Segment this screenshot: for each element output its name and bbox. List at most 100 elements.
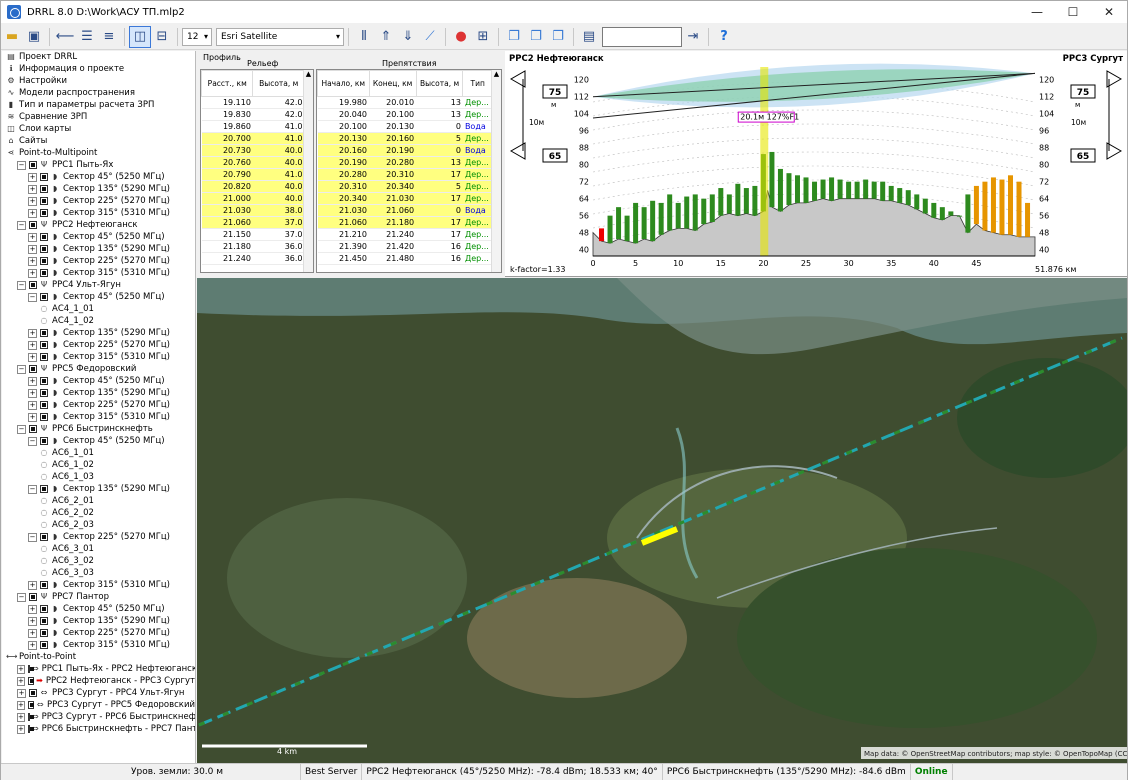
- tree-item[interactable]: + ⇔ РРС3 Сургут - РРС4 Ульт-Ягун: [2, 687, 195, 699]
- ruler-icon[interactable]: ⟋: [419, 26, 441, 48]
- tree-checkbox[interactable]: [40, 605, 48, 613]
- tree-expander-icon[interactable]: −: [17, 220, 26, 230]
- tree-item[interactable]: + ⇔ РРС1 Пыть-Ях - РРС2 Нефтеюганск: [2, 663, 195, 675]
- relief-row[interactable]: 20.760 40.0: [201, 156, 305, 169]
- tree-item[interactable]: + ◗ Сектор 225° (5270 МГц): [2, 255, 195, 267]
- tree-item[interactable]: ◌ АС6_3_03: [2, 567, 195, 579]
- obstacle-row[interactable]: 21.390 21.420 16 Дер...: [317, 240, 493, 253]
- tree-checkbox[interactable]: [40, 341, 48, 349]
- tree-item[interactable]: − Ψ РРС1 Пыть-Ях: [2, 159, 195, 171]
- tree-checkbox[interactable]: [40, 389, 48, 397]
- tree-checkbox[interactable]: [29, 281, 37, 289]
- tree-expander-icon[interactable]: +: [28, 184, 37, 194]
- open-folder-icon[interactable]: ▬: [1, 26, 23, 48]
- tree-item[interactable]: ℹ Информация о проекте: [2, 63, 195, 75]
- obstacles-table[interactable]: Начало, км Конец, км Высота, м Тип 19.980 20…: [316, 69, 502, 273]
- relief-row[interactable]: 21.000 40.0: [201, 192, 305, 205]
- tree-checkbox[interactable]: [40, 293, 48, 301]
- obstacle-row[interactable]: 21.450 21.480 16 Дер...: [317, 252, 493, 265]
- obstacle-row[interactable]: 20.280 20.310 17 Дер...: [317, 168, 493, 181]
- tree-item[interactable]: ◌ АС6_2_03: [2, 519, 195, 531]
- close-button[interactable]: ✕: [1091, 1, 1127, 23]
- tree-item[interactable]: + ◗ Сектор 315° (5310 МГц): [2, 267, 195, 279]
- tree-item[interactable]: + ◗ Сектор 225° (5270 МГц): [2, 399, 195, 411]
- search-input[interactable]: [602, 26, 682, 47]
- relief-row[interactable]: 21.060 37.0: [201, 216, 305, 229]
- tree-item[interactable]: + ◗ Сектор 315° (5310 МГц): [2, 207, 195, 219]
- tree-expander-icon[interactable]: +: [17, 664, 25, 674]
- tree-item[interactable]: + ◗ Сектор 315° (5310 МГц): [2, 639, 195, 651]
- tree-checkbox[interactable]: [40, 185, 48, 193]
- obstacle-row[interactable]: 21.210 21.240 17 Дер...: [317, 228, 493, 241]
- tree-expander-icon[interactable]: +: [28, 268, 37, 278]
- tree-expander-icon[interactable]: +: [28, 256, 37, 266]
- tree-expander-icon[interactable]: +: [17, 676, 25, 686]
- tree-item[interactable]: + ◗ Сектор 135° (5290 МГц): [2, 243, 195, 255]
- goto-icon[interactable]: ⇥: [682, 26, 704, 48]
- tree-item[interactable]: ◌ АС6_3_02: [2, 555, 195, 567]
- relief-row[interactable]: 19.830 42.0: [201, 108, 305, 121]
- tree-expander-icon[interactable]: +: [28, 340, 37, 350]
- tree-item[interactable]: + ◗ Сектор 315° (5310 МГц): [2, 351, 195, 363]
- tree-checkbox[interactable]: [40, 197, 48, 205]
- align-center-icon[interactable]: ☰: [76, 26, 98, 48]
- tree-item[interactable]: + ⇔ РРС3 Сургут - РРС5 Федоровский: [2, 699, 195, 711]
- tree-item[interactable]: − Ψ РРС4 Ульт-Ягун: [2, 279, 195, 291]
- map-svg[interactable]: 4 km Map data: © OpenStreetMap contribut…: [197, 278, 1127, 763]
- tree-expander-icon[interactable]: −: [28, 436, 37, 446]
- tree-item[interactable]: − Ψ РРС7 Пантор: [2, 591, 195, 603]
- tree-item[interactable]: ◌ АС6_3_01: [2, 543, 195, 555]
- relief-row[interactable]: 21.030 38.0: [201, 204, 305, 217]
- tree-checkbox[interactable]: [40, 641, 48, 649]
- tree-expander-icon[interactable]: −: [17, 424, 26, 434]
- tree-item[interactable]: + ◗ Сектор 315° (5310 МГц): [2, 411, 195, 423]
- tree-item[interactable]: + ◗ Сектор 225° (5270 МГц): [2, 627, 195, 639]
- tree-item[interactable]: ◌ АС6_1_01: [2, 447, 195, 459]
- tree-expander-icon[interactable]: +: [28, 400, 37, 410]
- add-layer-icon[interactable]: ⊞: [472, 26, 494, 48]
- tree-checkbox[interactable]: [40, 377, 48, 385]
- table-icon[interactable]: ▤: [578, 26, 600, 48]
- obs-col-start[interactable]: Начало, км: [317, 70, 370, 97]
- tree-item[interactable]: ◌ АС6_1_02: [2, 459, 195, 471]
- tree-checkbox[interactable]: [27, 713, 34, 721]
- tree-expander-icon[interactable]: +: [28, 388, 37, 398]
- tree-checkbox[interactable]: [40, 485, 48, 493]
- tree-checkbox[interactable]: [40, 437, 48, 445]
- obs-col-height[interactable]: Высота, м: [415, 70, 464, 97]
- tree-item[interactable]: + ◗ Сектор 225° (5270 МГц): [2, 195, 195, 207]
- relief-row[interactable]: 19.110 42.0: [201, 96, 305, 109]
- help-icon[interactable]: ?: [713, 26, 735, 48]
- tree-item[interactable]: ≋ Сравнение ЗРП: [2, 111, 195, 123]
- tree-item[interactable]: ◌ АС6_2_01: [2, 495, 195, 507]
- tree-expander-icon[interactable]: −: [28, 532, 37, 542]
- tree-expander-icon[interactable]: −: [17, 592, 26, 602]
- up-arrow-icon[interactable]: ⇑: [375, 26, 397, 48]
- tree-checkbox[interactable]: [27, 725, 34, 733]
- tree-checkbox[interactable]: [29, 689, 37, 697]
- tree-expander-icon[interactable]: +: [28, 352, 37, 362]
- tree-expander-icon[interactable]: −: [28, 484, 37, 494]
- tree-item[interactable]: ⚙ Настройки: [2, 75, 195, 87]
- obstacle-row[interactable]: 19.980 20.010 13 Дер...: [317, 96, 493, 109]
- relief-row[interactable]: 21.240 36.0: [201, 252, 305, 265]
- obstacle-row[interactable]: 20.160 20.190 0 Вода: [317, 144, 493, 157]
- profile-tab[interactable]: Профиль: [203, 53, 241, 62]
- tree-expander-icon[interactable]: +: [17, 724, 25, 734]
- tree-item[interactable]: − ◗ Сектор 225° (5270 МГц): [2, 531, 195, 543]
- tree-checkbox[interactable]: [40, 269, 48, 277]
- tree-checkbox[interactable]: [29, 593, 37, 601]
- tree-expander-icon[interactable]: −: [17, 160, 26, 170]
- tree-item[interactable]: ◌ АС6_2_02: [2, 507, 195, 519]
- obstacle-row[interactable]: 21.030 21.060 0 Вода: [317, 204, 493, 217]
- tree-checkbox[interactable]: [40, 173, 48, 181]
- tree-item[interactable]: + ⇔ РРС3 Сургут - РРС6 Быстринскнефть: [2, 711, 195, 723]
- relief-row[interactable]: 20.730 40.0: [201, 144, 305, 157]
- relief-row[interactable]: 19.860 41.0: [201, 120, 305, 133]
- obstacle-row[interactable]: 20.340 21.030 17 Дер...: [317, 192, 493, 205]
- profile-chart[interactable]: РРС2 Нефтеюганск РРС3 Сургут k-factor=1.…: [505, 51, 1127, 277]
- tree-item[interactable]: − ◗ Сектор 135° (5290 МГц): [2, 483, 195, 495]
- tree-expander-icon[interactable]: +: [28, 208, 37, 218]
- tree-checkbox[interactable]: [29, 425, 37, 433]
- relief-row[interactable]: 21.180 36.0: [201, 240, 305, 253]
